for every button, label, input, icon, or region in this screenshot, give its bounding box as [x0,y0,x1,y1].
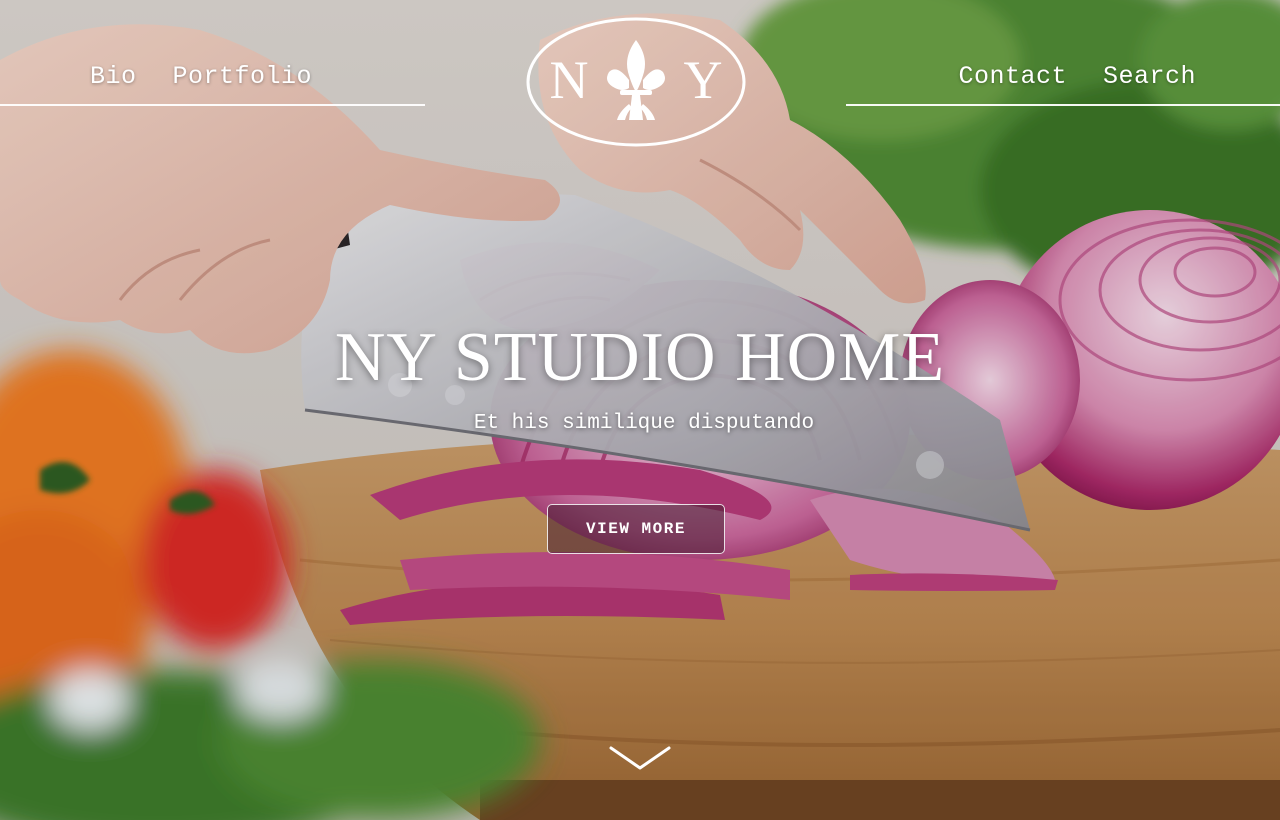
fleur-de-lis-icon [607,40,665,120]
nav-right: Contact Search [958,62,1196,91]
nav-link-bio[interactable]: Bio [90,62,137,91]
nav-divider-left [0,104,425,106]
hero-section: Bio Portfolio N Y Contact Search NY STUD… [0,0,1280,820]
nav-divider-right [846,104,1280,106]
hero-title: NY STUDIO HOME [334,319,946,396]
hero-subtitle: Et his similique disputando [473,412,815,435]
logo-letter-n: N [550,50,589,110]
nav-link-contact[interactable]: Contact [958,62,1067,91]
logo-letter-y: Y [684,50,723,110]
chevron-down-icon[interactable] [609,744,671,772]
nav-link-search[interactable]: Search [1103,62,1196,91]
site-logo[interactable]: N Y [525,16,747,148]
nav-left: Bio Portfolio [90,62,312,91]
view-more-button[interactable]: VIEW MORE [547,504,725,554]
view-more-label: VIEW MORE [586,520,686,538]
nav-link-portfolio[interactable]: Portfolio [173,62,313,91]
